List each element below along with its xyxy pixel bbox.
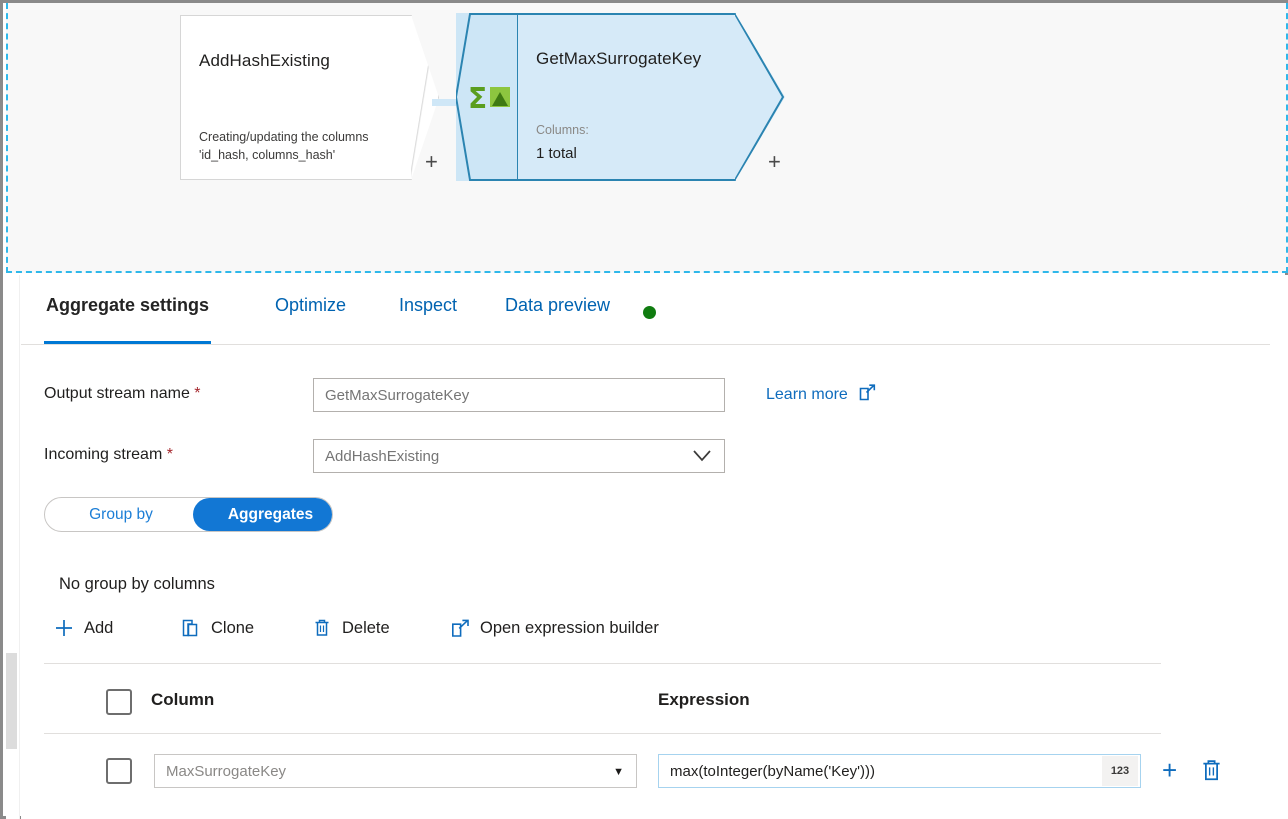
pivot-tab-aggregates[interactable]: Aggregates: [193, 498, 333, 531]
expression-value: max(toInteger(byName('Key'))): [670, 763, 875, 780]
tab-data-preview[interactable]: Data preview: [503, 295, 612, 344]
plus-icon: [53, 617, 75, 639]
add-button[interactable]: Add: [53, 613, 113, 643]
row-checkbox[interactable]: [106, 758, 132, 784]
pivot-tab-group-by[interactable]: Group by: [45, 498, 197, 531]
delete-label: Delete: [342, 619, 390, 638]
data-preview-status-dot: [643, 306, 656, 319]
panel-scrollbar-thumb[interactable]: [6, 653, 17, 749]
chevron-down-icon: ▼: [613, 766, 624, 778]
group-by-status-text: No group by columns: [59, 575, 215, 594]
expression-input[interactable]: max(toInteger(byName('Key'))) 123: [658, 754, 1141, 788]
tab-aggregate-settings[interactable]: Aggregate settings: [44, 295, 211, 344]
node-description: Creating/updating the columns'id_hash, c…: [199, 128, 414, 164]
node-icon-cell: Σ: [456, 13, 518, 181]
select-all-checkbox[interactable]: [106, 689, 132, 715]
trash-icon: [311, 617, 333, 639]
external-link-icon: [449, 617, 471, 639]
node-columns-label: Columns:: [536, 123, 589, 137]
add-label: Add: [84, 619, 113, 638]
chevron-down-icon: [692, 449, 712, 467]
copy-icon: [180, 617, 202, 639]
groupby-aggregates-pivot: Group by Aggregates: [44, 497, 333, 532]
svg-text:Σ: Σ: [468, 82, 487, 115]
incoming-stream-label: Incoming stream *: [44, 446, 173, 464]
add-node-button-upstream[interactable]: +: [425, 151, 438, 173]
output-stream-name-input[interactable]: [313, 378, 725, 412]
incoming-stream-value: AddHashExisting: [325, 448, 439, 465]
learn-more-label: Learn more: [766, 386, 848, 403]
column-value: MaxSurrogateKey: [166, 763, 286, 780]
data-flow-node-addhashexisting[interactable]: AddHashExisting Creating/updating the co…: [180, 15, 412, 180]
open-expression-builder-label: Open expression builder: [480, 619, 659, 638]
data-flow-node-getmaxsurrogatekey[interactable]: Σ GetMaxSurrogateKey Columns: 1 total: [456, 13, 786, 181]
delete-row-button[interactable]: [1199, 758, 1224, 788]
add-node-button-aggregate[interactable]: +: [768, 151, 781, 173]
delete-button[interactable]: Delete: [311, 613, 390, 643]
panel-tab-bar: Aggregate settings Optimize Inspect Data…: [21, 295, 1270, 345]
tab-inspect[interactable]: Inspect: [397, 295, 459, 344]
label-text: Incoming stream: [44, 446, 162, 463]
column-select-dropdown[interactable]: MaxSurrogateKey ▼: [154, 754, 637, 788]
data-flow-canvas[interactable]: AddHashExisting Creating/updating the co…: [6, 3, 1288, 273]
external-link-icon: [859, 384, 876, 406]
node-title: GetMaxSurrogateKey: [536, 49, 701, 69]
node-columns-value: 1 total: [536, 145, 577, 162]
incoming-stream-dropdown[interactable]: AddHashExisting: [313, 439, 725, 473]
column-header-column: Column: [151, 690, 214, 710]
aggregate-settings-panel: Aggregate settings Optimize Inspect Data…: [21, 275, 1288, 819]
tab-optimize[interactable]: Optimize: [273, 295, 348, 344]
open-expression-builder-button[interactable]: Open expression builder: [449, 613, 659, 643]
table-divider-top: [44, 663, 1161, 664]
learn-more-link[interactable]: Learn more: [766, 384, 876, 406]
table-divider-row: [44, 733, 1161, 734]
column-header-expression: Expression: [658, 690, 750, 710]
aggregate-sigma-icon: Σ: [468, 81, 512, 115]
expression-type-badge: 123: [1102, 756, 1138, 786]
required-marker: *: [194, 385, 200, 402]
clone-label: Clone: [211, 619, 254, 638]
label-text: Output stream name: [44, 385, 190, 402]
node-title: AddHashExisting: [199, 51, 330, 71]
required-marker: *: [167, 446, 173, 463]
azure-data-flow-window: AddHashExisting Creating/updating the co…: [0, 0, 1288, 819]
add-row-button[interactable]: +: [1162, 757, 1177, 783]
clone-button[interactable]: Clone: [180, 613, 254, 643]
output-stream-name-label: Output stream name *: [44, 385, 201, 403]
